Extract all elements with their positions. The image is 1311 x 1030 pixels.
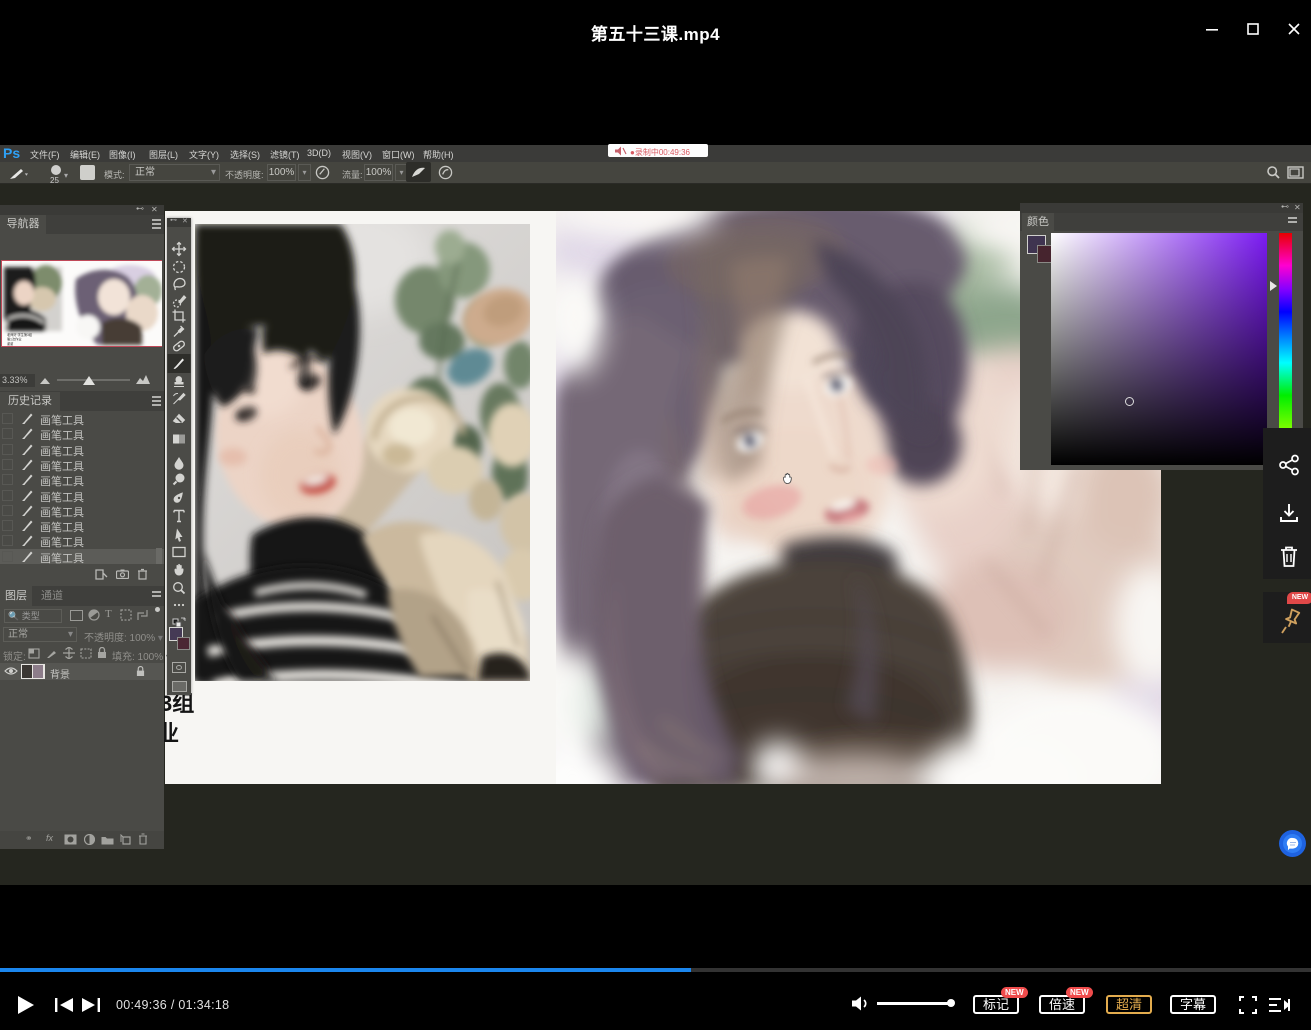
- svg-text:谢谢: 谢谢: [7, 341, 14, 346]
- svg-text:老师好 学生第3组: 老师好 学生第3组: [7, 332, 33, 337]
- svg-text:第1次作业: 第1次作业: [7, 337, 22, 342]
